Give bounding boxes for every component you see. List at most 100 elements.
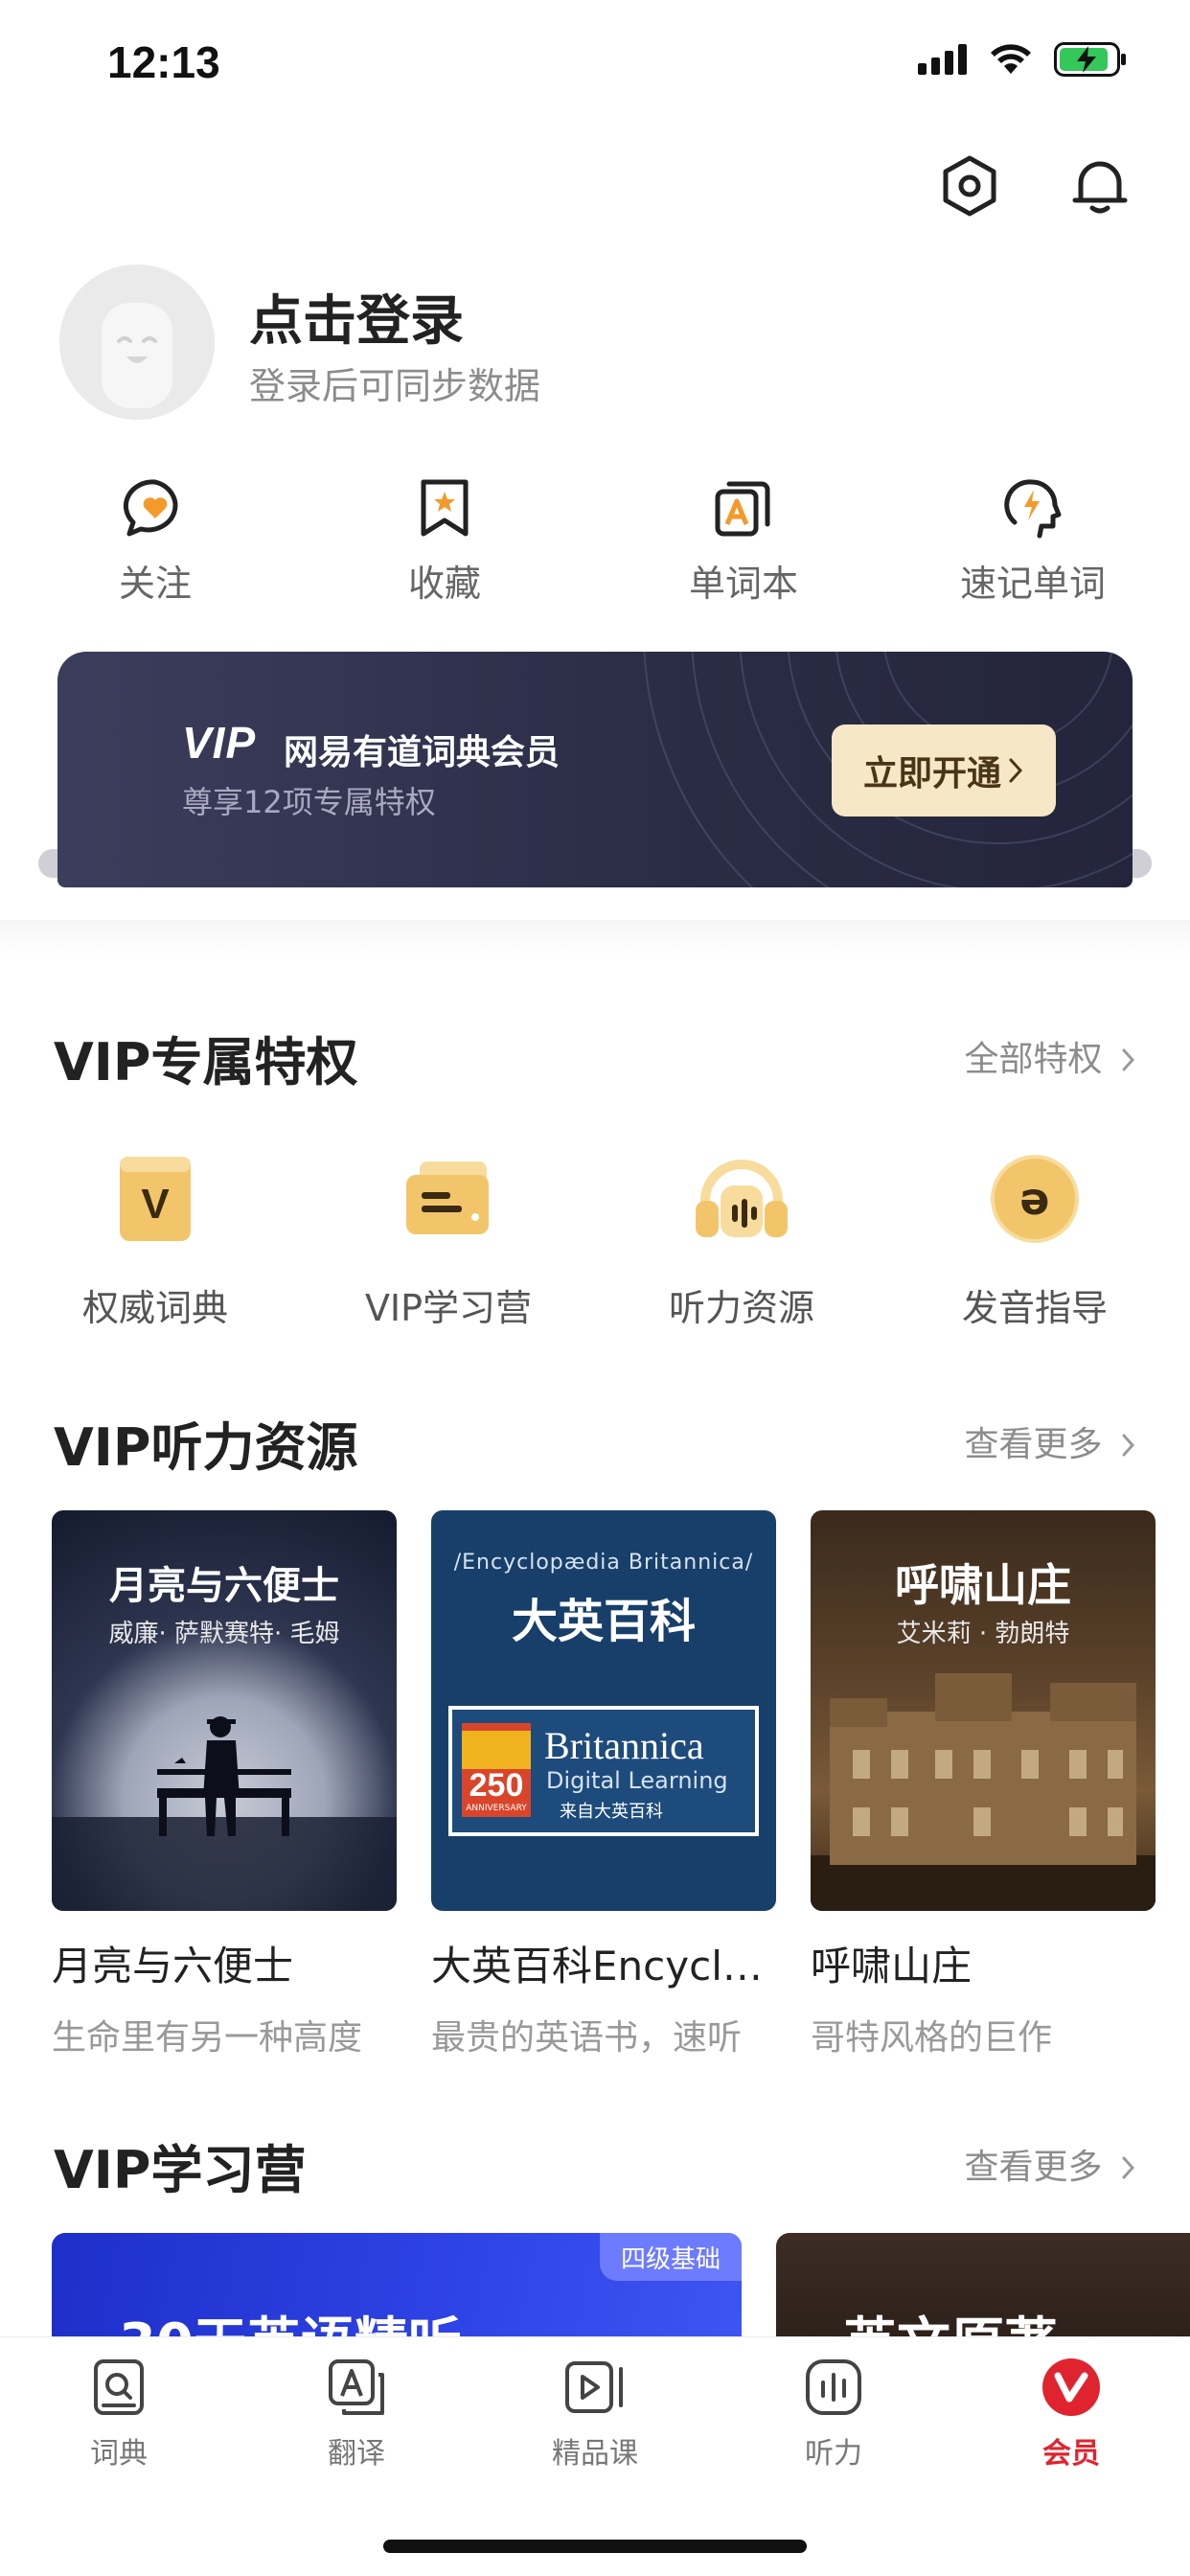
vip-banner-title: 网易有道词典会员 xyxy=(284,733,561,772)
cover-britannica[interactable]: /Encyclopædia Britannica/ 大英百科 250 ANNIV… xyxy=(431,1510,776,1911)
privilege-label-pronunciation: 发音指导 xyxy=(961,1287,1108,1329)
card-subtitle: 生命里有另一种高度 xyxy=(52,2018,363,2058)
listening-more-label: 查看更多 xyxy=(964,1425,1103,1464)
camp-badge: 四级基础 xyxy=(599,2233,742,2281)
open-vip-button[interactable]: 立即开通 xyxy=(832,724,1056,816)
status-bar: 12:13 xyxy=(0,0,1190,125)
wifi-icon xyxy=(991,44,1031,74)
all-privileges-link[interactable]: 全部特权 xyxy=(965,1031,1136,1081)
privilege-study-camp[interactable]: VIP学习营 xyxy=(324,1146,573,1331)
listening-header: VIP听力资源 查看更多 xyxy=(54,1405,1136,1478)
home-indicator xyxy=(383,2540,807,2553)
vip-logo: VIP xyxy=(182,718,257,768)
privilege-dictionary[interactable]: V 权威词典 xyxy=(31,1146,280,1331)
quick-item-wordbook[interactable]: 单词本 xyxy=(629,473,858,607)
notifications-button[interactable] xyxy=(1065,151,1134,220)
vip-banner[interactable]: VIP 网易有道词典会员 尊享12项专属特权 立即开通 xyxy=(38,652,1152,891)
default-avatar-icon xyxy=(59,264,215,420)
camp-card-original-books[interactable]: 英文原著 xyxy=(776,2233,1190,2338)
battery-charging-icon xyxy=(1054,42,1126,77)
camp-title: 英文原著 xyxy=(843,2300,1058,2338)
privilege-pronunciation[interactable]: ə 发音指导 xyxy=(910,1146,1159,1331)
header-actions xyxy=(935,151,1134,220)
bell-icon xyxy=(1072,161,1128,214)
camp-card-listening[interactable]: 四级基础 30天英语精听 xyxy=(52,2233,742,2338)
settings-button[interactable] xyxy=(935,151,1004,220)
card-title: 呼啸山庄 xyxy=(811,1943,973,1990)
privilege-listening[interactable]: 听力资源 xyxy=(617,1146,866,1331)
cellular-signal-icon xyxy=(918,44,967,75)
course-tab-icon xyxy=(565,2361,623,2413)
listening-more-link[interactable]: 查看更多 xyxy=(965,1416,1136,1466)
status-time: 12:13 xyxy=(107,37,220,87)
listening-card-britannica[interactable]: /Encyclopædia Britannica/ 大英百科 250 ANNIV… xyxy=(431,1510,776,2059)
cover-top-text: /Encyclopædia Britannica/ xyxy=(453,1551,754,1575)
listening-card-wuthering[interactable]: 呼啸山庄 艾米莉 · 勃朗特 呼啸山庄 哥特风格的巨作 xyxy=(811,1510,1156,2059)
camps-row: 四级基础 30天英语精听 英文原著 xyxy=(0,2233,1190,2338)
all-privileges-label: 全部特权 xyxy=(964,1040,1103,1079)
card-subtitle: 最贵的英语书，速听 xyxy=(431,2018,743,2058)
card-title: 月亮与六便士 xyxy=(52,1943,294,1990)
chevron-right-icon xyxy=(1009,758,1023,783)
camps-more-link[interactable]: 查看更多 xyxy=(965,2139,1136,2189)
quick-item-favorites[interactable]: 收藏 xyxy=(330,473,560,607)
tab-label-listening: 听力 xyxy=(805,2437,862,2471)
tab-dictionary[interactable]: 词典 xyxy=(23,2355,215,2472)
listening-title: VIP听力资源 xyxy=(54,1417,358,1478)
card-subtitle: 哥特风格的巨作 xyxy=(811,2018,1053,2058)
card-title: 大英百科Encyclopædia Britannica xyxy=(431,1943,776,1990)
privilege-label-study-camp: VIP学习营 xyxy=(364,1287,533,1329)
tab-translate[interactable]: 翻译 xyxy=(261,2355,452,2472)
camps-header: VIP学习营 查看更多 xyxy=(54,2128,1136,2200)
login-subtitle: 登录后可同步数据 xyxy=(249,365,541,407)
quick-item-memorize[interactable]: 速记单词 xyxy=(918,473,1148,607)
chevron-right-icon xyxy=(1122,1434,1135,1457)
quick-item-follow[interactable]: 关注 xyxy=(40,473,270,607)
privileges-title: VIP专属特权 xyxy=(54,1032,358,1092)
listening-cards: 月亮与六便士 威廉· 萨默赛特· 毛姆 月亮与六便士 生命里有另一种高度 /En… xyxy=(0,1510,1190,2058)
cover-wuthering[interactable]: 呼啸山庄 艾米莉 · 勃朗特 xyxy=(811,1510,1156,1911)
tab-label-translate: 翻译 xyxy=(328,2437,385,2471)
study-camp-card-icon xyxy=(406,1162,489,1234)
anniversary-label: ANNIVERSARY xyxy=(466,1804,527,1813)
login-title[interactable]: 点击登录 xyxy=(249,278,464,356)
chevron-right-icon xyxy=(1122,1048,1135,1071)
tab-listening[interactable]: 听力 xyxy=(738,2355,929,2472)
dictionary-v-glyph: V xyxy=(141,1181,170,1228)
heart-bubble-icon xyxy=(123,479,178,537)
crest xyxy=(462,1731,531,1769)
tab-label-vip: 会员 xyxy=(1042,2437,1100,2471)
tab-courses[interactable]: 精品课 xyxy=(499,2355,691,2472)
headphones-icon xyxy=(696,1160,788,1237)
camps-more-label: 查看更多 xyxy=(964,2148,1103,2187)
tab-vip[interactable]: 会员 xyxy=(975,2355,1167,2472)
listening-tab-icon xyxy=(806,2359,861,2415)
quick-actions: 关注 收藏 单词本 速记单词 xyxy=(0,473,1190,608)
privilege-label-listening: 听力资源 xyxy=(668,1287,814,1329)
listening-card-moon[interactable]: 月亮与六便士 威廉· 萨默赛特· 毛姆 月亮与六便士 生命里有另一种高度 xyxy=(52,1510,397,2059)
status-icons xyxy=(918,42,1127,77)
wordbook-icon xyxy=(715,481,770,537)
castle-illustration xyxy=(811,1673,1156,1911)
quick-label-memorize: 速记单词 xyxy=(959,563,1106,605)
anniversary-number: 250 xyxy=(469,1767,524,1804)
settings-hex-icon xyxy=(943,155,996,217)
pronunciation-icon: ə xyxy=(991,1155,1079,1243)
vip-tab-icon xyxy=(1042,2358,1100,2416)
quick-label-follow: 关注 xyxy=(118,563,192,605)
translate-tab-icon xyxy=(329,2359,384,2415)
quick-label-favorites: 收藏 xyxy=(407,563,481,605)
dictionary-tab-icon xyxy=(94,2359,144,2415)
open-vip-label: 立即开通 xyxy=(862,754,1001,794)
vip-banner-card[interactable]: VIP 网易有道词典会员 尊享12项专属特权 立即开通 xyxy=(57,652,1133,887)
avatar[interactable] xyxy=(59,264,215,420)
anniversary-block: 250 ANNIVERSARY xyxy=(462,1723,531,1817)
quick-label-wordbook: 单词本 xyxy=(688,563,798,605)
tab-label-dictionary: 词典 xyxy=(90,2437,148,2471)
cover-moon[interactable]: 月亮与六便士 威廉· 萨默赛特· 毛姆 xyxy=(52,1510,397,1911)
cover-title: 大英百科 xyxy=(511,1595,696,1648)
profile-login[interactable]: 点击登录 登录后可同步数据 xyxy=(59,264,922,422)
privileges-header: VIP专属特权 全部特权 xyxy=(54,1020,1136,1092)
vip-banner-subtitle: 尊享12项专属特权 xyxy=(182,784,436,820)
britannica-brand-cn: 来自大英百科 xyxy=(560,1802,663,1822)
